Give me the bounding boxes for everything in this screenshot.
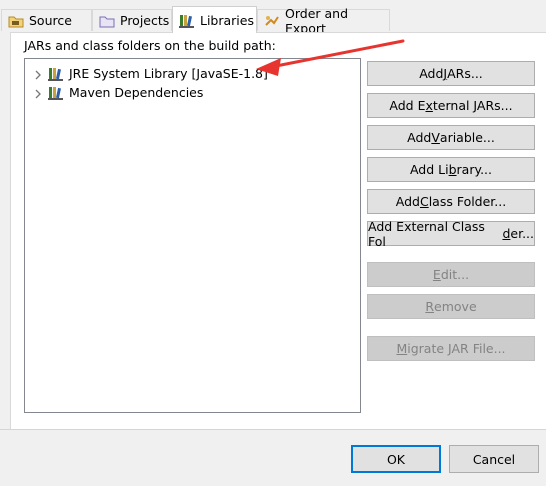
libraries-icon [179, 12, 195, 28]
ok-button[interactable]: OK [351, 445, 441, 473]
library-icon [48, 65, 64, 81]
tree-item-label: Maven Dependencies [69, 84, 204, 100]
chevron-right-icon[interactable] [33, 68, 43, 80]
add-external-jars-button[interactable]: Add Ex ternal JARs... [367, 93, 535, 118]
project-folder-icon [99, 13, 115, 29]
tab-label: Source [29, 13, 72, 28]
tab-source[interactable]: Source [1, 9, 92, 31]
library-icon [48, 84, 64, 100]
tab-label: Order and Export [285, 5, 349, 36]
chevron-right-icon[interactable] [33, 87, 43, 99]
library-tree[interactable]: JRE System Library [JavaSE-1.8] Maven De… [24, 58, 361, 413]
tree-item-jre[interactable]: JRE System Library [JavaSE-1.8] [33, 64, 268, 82]
tree-item-maven[interactable]: Maven Dependencies [33, 83, 203, 101]
add-external-class-folder-button[interactable]: Add External Class Fol d er... [367, 219, 535, 249]
edit-button[interactable]: Edit... [367, 262, 535, 287]
build-path-heading: JARs and class folders on the build path… [24, 38, 276, 53]
footer-divider [0, 429, 546, 430]
add-variable-button[interactable]: Add Variable... [367, 125, 535, 150]
add-class-folder-button[interactable]: Add Class Folder... [367, 189, 535, 214]
order-export-icon [264, 13, 280, 29]
tab-bar: Source Projects Libraries Order and Expo… [0, 0, 546, 36]
source-folder-icon [8, 13, 24, 29]
tree-item-label: JRE System Library [JavaSE-1.8] [69, 65, 268, 81]
tab-libraries[interactable]: Libraries [172, 6, 257, 33]
cancel-button[interactable]: Cancel [449, 445, 539, 473]
tab-label: Projects [120, 13, 170, 28]
add-library-button[interactable]: Add Li b rary... [367, 157, 535, 182]
migrate-jar-file-button[interactable]: Migrate JAR File... [367, 336, 535, 361]
remove-button[interactable]: Remove [367, 294, 535, 319]
tab-projects[interactable]: Projects [92, 9, 172, 31]
tab-order-and-export[interactable]: Order and Export [257, 6, 390, 36]
add-jars-button[interactable]: Add J ARs... [367, 61, 535, 86]
tab-label: Libraries [200, 12, 254, 28]
